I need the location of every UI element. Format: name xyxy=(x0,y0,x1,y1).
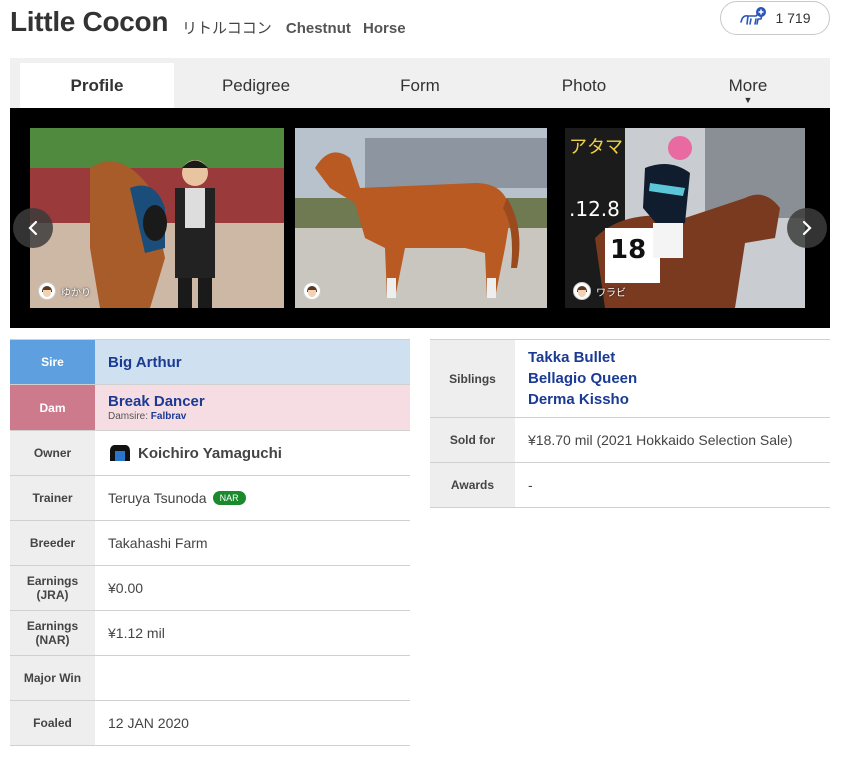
row-foaled: Foaled 12 JAN 2020 xyxy=(10,701,410,746)
gallery-photo[interactable]: ゆかり xyxy=(30,128,284,308)
svg-text:.12.8: .12.8 xyxy=(569,197,620,221)
sibling-link[interactable]: Bellagio Queen xyxy=(528,368,830,389)
damsire-link[interactable]: Falbrav xyxy=(151,411,187,422)
horse-meta: リトルココン Chestnut Horse xyxy=(182,17,414,38)
dam-link[interactable]: Break Dancer xyxy=(108,393,410,410)
owner-name[interactable]: Koichiro Yamaguchi xyxy=(138,445,282,462)
siblings-label: Siblings xyxy=(430,340,515,417)
photo-gallery: ゆかり アタマ .12.8 18 ワラビ xyxy=(10,108,830,328)
row-earnings-jra: Earnings (JRA) ¥0.00 xyxy=(10,566,410,611)
photographer-avatar-icon xyxy=(38,282,56,300)
sire-label: Sire xyxy=(10,340,95,384)
damsire-label: Damsire: xyxy=(108,411,149,422)
tab-pedigree[interactable]: Pedigree xyxy=(174,63,338,108)
earnings-nar-value: ¥1.12 mil xyxy=(108,625,165,641)
tab-more[interactable]: More ▼ xyxy=(666,63,830,108)
horse-color: Chestnut xyxy=(285,20,351,37)
earnings-jra-label: Earnings (JRA) xyxy=(10,566,95,610)
dam-label: Dam xyxy=(10,385,95,430)
major-win-label: Major Win xyxy=(10,656,95,700)
sold-for-value: ¥18.70 mil (2021 Hokkaido Selection Sale… xyxy=(528,432,793,448)
chevron-left-icon xyxy=(28,220,38,236)
trainer-label: Trainer xyxy=(10,476,95,520)
row-major-win: Major Win xyxy=(10,656,410,701)
row-dam: Dam Break Dancer Damsire: Falbrav xyxy=(10,385,410,431)
horse-plus-icon xyxy=(739,6,767,31)
tab-photo[interactable]: Photo xyxy=(502,63,666,108)
profile-table-left: Sire Big Arthur Dam Break Dancer Damsire… xyxy=(10,339,410,746)
row-sire: Sire Big Arthur xyxy=(10,340,410,385)
trainer-name[interactable]: Teruya Tsunoda xyxy=(108,490,207,506)
sold-for-label: Sold for xyxy=(430,418,515,462)
foaled-value: 12 JAN 2020 xyxy=(108,715,189,731)
sire-link[interactable]: Big Arthur xyxy=(108,354,410,371)
tab-form[interactable]: Form xyxy=(338,63,502,108)
foaled-label: Foaled xyxy=(10,701,95,745)
svg-text:18: 18 xyxy=(610,235,646,265)
row-breeder: Breeder Takahashi Farm xyxy=(10,521,410,566)
caret-down-icon: ▼ xyxy=(743,95,753,105)
photo-jockey-on-horse: アタマ .12.8 18 xyxy=(565,128,805,308)
gallery-photo[interactable]: アタマ .12.8 18 ワラビ xyxy=(565,128,805,308)
photo-credit: ワラビ xyxy=(573,282,626,300)
tab-profile[interactable]: Profile xyxy=(20,63,174,108)
favorite-count: 1 719 xyxy=(775,10,811,26)
row-owner: Owner Koichiro Yamaguchi xyxy=(10,431,410,476)
photographer-avatar-icon xyxy=(303,282,321,300)
earnings-nar-label: Earnings (NAR) xyxy=(10,611,95,655)
gallery-prev-button[interactable] xyxy=(13,208,53,248)
horse-name-kana: リトルココン xyxy=(182,19,272,37)
photo-chestnut-horse-standing xyxy=(295,128,547,308)
earnings-jra-value: ¥0.00 xyxy=(108,580,144,596)
awards-value: - xyxy=(528,477,533,493)
horse-sex: Horse xyxy=(363,20,406,37)
damsire-line: Damsire: Falbrav xyxy=(108,411,410,422)
svg-text:アタマ: アタマ xyxy=(569,137,623,158)
profile-table-right: Siblings Takka Bullet Bellagio Queen Der… xyxy=(430,339,830,508)
page-header: Little Cocon リトルココン Chestnut Horse 1 719 xyxy=(10,0,835,50)
favorite-button[interactable]: 1 719 xyxy=(720,1,830,35)
breeder-label: Breeder xyxy=(10,521,95,565)
row-awards: Awards - xyxy=(430,463,830,508)
jockey-silks-icon xyxy=(108,443,132,463)
photo-credit: ゆかり xyxy=(38,282,91,300)
row-sold-for: Sold for ¥18.70 mil (2021 Hokkaido Selec… xyxy=(430,418,830,463)
row-trainer: Trainer Teruya Tsunoda NAR xyxy=(10,476,410,521)
row-earnings-nar: Earnings (NAR) ¥1.12 mil xyxy=(10,611,410,656)
chevron-right-icon xyxy=(802,220,812,236)
tab-more-label: More xyxy=(728,75,768,95)
awards-label: Awards xyxy=(430,463,515,507)
breeder-name: Takahashi Farm xyxy=(108,535,208,551)
photo-horse-with-handler xyxy=(30,128,284,308)
sibling-link[interactable]: Takka Bullet xyxy=(528,347,830,368)
nar-badge: NAR xyxy=(212,491,246,505)
owner-label: Owner xyxy=(10,431,95,475)
row-siblings: Siblings Takka Bullet Bellagio Queen Der… xyxy=(430,340,830,418)
tab-bar: Profile Pedigree Form Photo More ▼ xyxy=(10,58,830,108)
gallery-next-button[interactable] xyxy=(787,208,827,248)
photographer-avatar-icon xyxy=(573,282,591,300)
sibling-link[interactable]: Derma Kissho xyxy=(528,389,830,410)
horse-name: Little Cocon xyxy=(10,6,169,37)
gallery-photo[interactable] xyxy=(295,128,547,308)
photo-credit xyxy=(303,282,326,300)
